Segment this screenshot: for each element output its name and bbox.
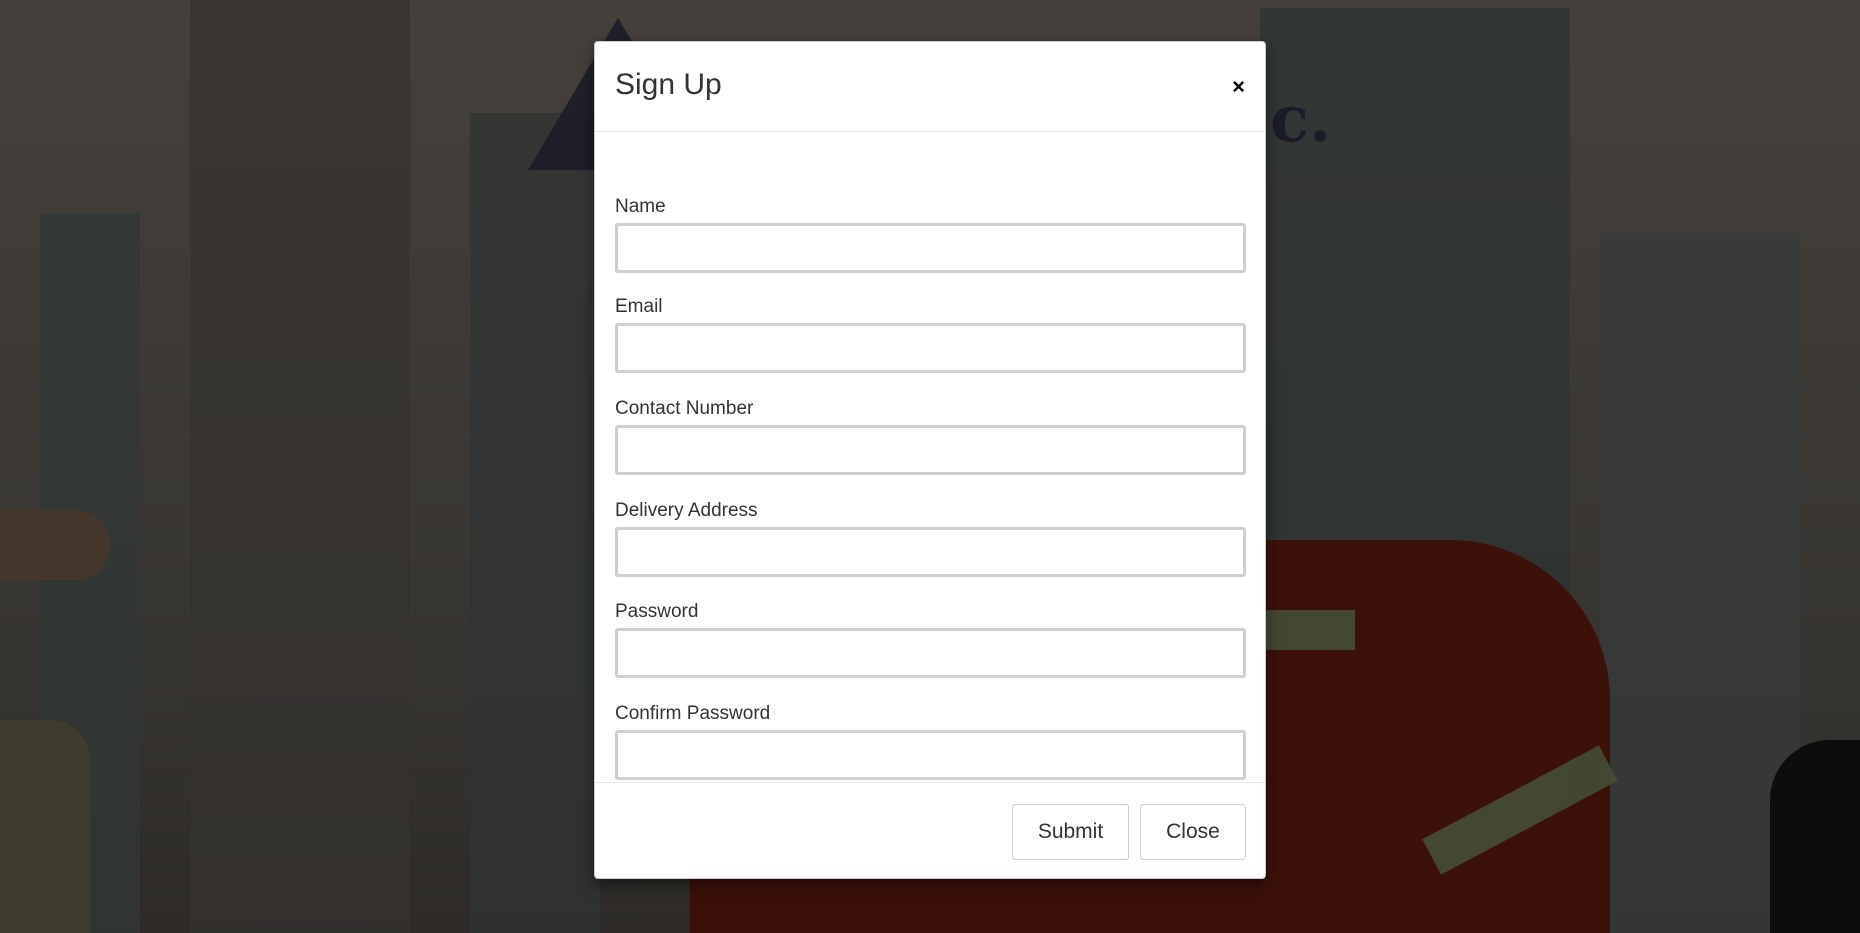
email-field-group: Email [615,296,1246,373]
contact-number-input[interactable] [615,425,1246,475]
page-background: c. Sign Up × Name Email Contact Number [0,0,1860,933]
name-field-group: Name [615,196,1246,273]
contact-number-field-group: Contact Number [615,398,1246,475]
email-input[interactable] [615,323,1246,373]
delivery-address-field-group: Delivery Address [615,500,1246,577]
password-label: Password [615,601,699,622]
submit-button[interactable]: Submit [1012,804,1129,860]
name-input[interactable] [615,223,1246,273]
confirm-password-label: Confirm Password [615,703,771,724]
modal-body: Name Email Contact Number Delivery Addre… [595,132,1265,822]
contact-number-label: Contact Number [615,398,754,419]
delivery-address-input[interactable] [615,527,1246,577]
close-icon[interactable]: × [1232,76,1245,98]
password-field-group: Password [615,601,1246,678]
close-button[interactable]: Close [1140,804,1246,860]
name-label: Name [615,196,666,217]
password-input[interactable] [615,628,1246,678]
modal-header: Sign Up × [595,42,1265,132]
confirm-password-input[interactable] [615,730,1246,780]
delivery-address-label: Delivery Address [615,500,758,521]
confirm-password-field-group: Confirm Password [615,703,1246,780]
email-label: Email [615,296,663,317]
modal-title: Sign Up [615,68,722,101]
modal-footer: Submit Close [595,782,1265,878]
signup-modal: Sign Up × Name Email Contact Number Deli… [594,41,1266,879]
